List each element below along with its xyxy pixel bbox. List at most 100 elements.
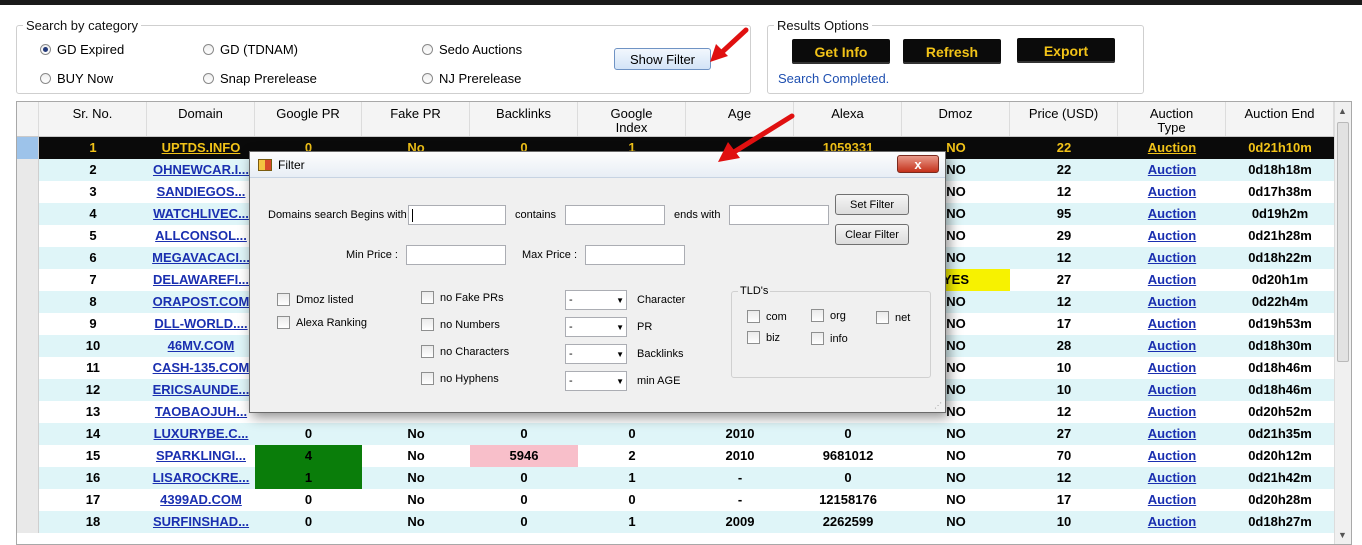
vertical-scrollbar[interactable]: ▲ ▼ <box>1334 102 1351 544</box>
no-fake-prs-checkbox[interactable]: no Fake PRs <box>421 291 504 304</box>
column-header[interactable]: Price (USD) <box>1010 102 1118 136</box>
cell-dom[interactable]: DLL-WORLD.... <box>147 313 255 335</box>
no-hyphens-checkbox[interactable]: no Hyphens <box>421 372 499 385</box>
row-selector[interactable] <box>17 357 39 379</box>
character-combo[interactable]: - ▼ <box>565 290 627 310</box>
cell-auc[interactable]: Auction <box>1118 467 1226 489</box>
table-row[interactable]: 16 LISAROCKRE... 1 No 0 1-0 NO 12 Auction 0d21h42… <box>17 467 1334 489</box>
row-selector[interactable] <box>17 467 39 489</box>
get-info-button[interactable]: Get Info <box>792 39 890 64</box>
cell-auc[interactable]: Auction <box>1118 423 1226 445</box>
row-selector[interactable] <box>17 159 39 181</box>
cell-auc[interactable]: Auction <box>1118 203 1226 225</box>
contains-input[interactable] <box>565 205 665 225</box>
no-numbers-checkbox[interactable]: no Numbers <box>421 318 500 331</box>
cell-dom[interactable]: SPARKLINGI... <box>147 445 255 467</box>
column-header[interactable]: Auction Type <box>1118 102 1226 136</box>
radio-buy-now[interactable]: BUY Now <box>40 71 113 86</box>
cell-dom[interactable]: ORAPOST.COM <box>147 291 255 313</box>
cell-dom[interactable]: ALLCONSOL... <box>147 225 255 247</box>
cell-dom[interactable]: TAOBAOJUH... <box>147 401 255 423</box>
cell-dom[interactable]: DELAWAREFI... <box>147 269 255 291</box>
row-selector[interactable] <box>17 181 39 203</box>
cell-auc[interactable]: Auction <box>1118 269 1226 291</box>
dmoz-listed-checkbox[interactable]: Dmoz listed <box>277 293 353 306</box>
cell-dom[interactable]: MEGAVACACI... <box>147 247 255 269</box>
cell-dom[interactable]: CASH-135.COM <box>147 357 255 379</box>
cell-auc[interactable]: Auction <box>1118 159 1226 181</box>
row-selector[interactable] <box>17 247 39 269</box>
show-filter-button[interactable]: Show Filter <box>614 48 711 70</box>
row-selector[interactable] <box>17 137 39 159</box>
row-selector[interactable] <box>17 269 39 291</box>
close-button[interactable]: x <box>897 155 939 173</box>
cell-auc[interactable]: Auction <box>1118 225 1226 247</box>
ends-with-input[interactable] <box>729 205 829 225</box>
cell-dom[interactable]: 4399AD.COM <box>147 489 255 511</box>
table-row[interactable]: 14 LUXURYBE.C... 0 No 0 0 2010 0 NO 27 Auction 0d21… <box>17 423 1334 445</box>
column-header[interactable]: Google PR <box>255 102 362 136</box>
cell-auc[interactable]: Auction <box>1118 489 1226 511</box>
row-selector[interactable] <box>17 225 39 247</box>
row-selector[interactable] <box>17 291 39 313</box>
max-price-input[interactable] <box>585 245 685 265</box>
cell-auc[interactable]: Auction <box>1118 313 1226 335</box>
tld-net-checkbox[interactable]: net <box>876 311 910 324</box>
table-row[interactable]: 18 SURFINSHAD... 0 No 0 1 2009 2262599 NO 10 Aucti… <box>17 511 1334 533</box>
row-selector[interactable] <box>17 401 39 423</box>
cell-auc[interactable]: Auction <box>1118 379 1226 401</box>
row-selector[interactable] <box>17 511 39 533</box>
column-header[interactable]: Dmoz <box>902 102 1010 136</box>
table-row[interactable]: 17 4399AD.COM 0 No 0 0 - 12158176 NO 17 Auction 0d2… <box>17 489 1334 511</box>
begins-with-input[interactable] <box>408 205 506 225</box>
cell-dom[interactable]: 46MV.COM <box>147 335 255 357</box>
cell-auc[interactable]: Auction <box>1118 445 1226 467</box>
row-selector[interactable] <box>17 489 39 511</box>
cell-auc[interactable]: Auction <box>1118 247 1226 269</box>
column-header[interactable]: Google Index <box>578 102 686 136</box>
filter-dialog-titlebar[interactable]: Filter x <box>250 152 945 178</box>
scroll-down-icon[interactable]: ▼ <box>1338 530 1347 540</box>
column-header[interactable]: Alexa <box>794 102 902 136</box>
cell-auc[interactable]: Auction <box>1118 357 1226 379</box>
column-header[interactable]: Auction End <box>1226 102 1334 136</box>
set-filter-button[interactable]: Set Filter <box>835 194 909 215</box>
cell-dom[interactable]: SANDIEGOS... <box>147 181 255 203</box>
min-price-input[interactable] <box>406 245 506 265</box>
refresh-button[interactable]: Refresh <box>903 39 1001 64</box>
row-selector[interactable] <box>17 445 39 467</box>
cell-auc[interactable]: Auction <box>1118 335 1226 357</box>
tld-com-checkbox[interactable]: com <box>747 310 787 323</box>
radio-gd-expired[interactable]: GD Expired <box>40 42 124 57</box>
column-header[interactable]: Fake PR <box>362 102 470 136</box>
cell-dom[interactable]: LISAROCKRE... <box>147 467 255 489</box>
cell-auc[interactable]: Auction <box>1118 181 1226 203</box>
no-characters-checkbox[interactable]: no Characters <box>421 345 509 358</box>
scroll-thumb[interactable] <box>1337 122 1349 362</box>
cell-dom[interactable]: WATCHLIVEC... <box>147 203 255 225</box>
cell-dom[interactable]: UPTDS.INFO <box>147 137 255 159</box>
min-age-combo[interactable]: - ▼ <box>565 371 627 391</box>
scroll-up-icon[interactable]: ▲ <box>1338 106 1347 116</box>
clear-filter-button[interactable]: Clear Filter <box>835 224 909 245</box>
alexa-ranking-checkbox[interactable]: Alexa Ranking <box>277 316 367 329</box>
cell-auc[interactable]: Auction <box>1118 137 1226 159</box>
row-selector[interactable] <box>17 423 39 445</box>
resize-grip-icon[interactable]: ⋰ <box>934 401 942 410</box>
row-selector[interactable] <box>17 313 39 335</box>
cell-dom[interactable]: OHNEWCAR.I... <box>147 159 255 181</box>
radio-snap-prerelease[interactable]: Snap Prerelease <box>203 71 317 86</box>
pr-combo[interactable]: - ▼ <box>565 317 627 337</box>
radio-nj-prerelease[interactable]: NJ Prerelease <box>422 71 521 86</box>
cell-dom[interactable]: LUXURYBE.C... <box>147 423 255 445</box>
table-row[interactable]: 15 SPARKLINGI... 4 No 5946 2 2010 9681012 NO 70 Au… <box>17 445 1334 467</box>
cell-auc[interactable]: Auction <box>1118 291 1226 313</box>
radio-sedo-auctions[interactable]: Sedo Auctions <box>422 42 522 57</box>
tld-org-checkbox[interactable]: org <box>811 309 846 322</box>
radio-gd-tdnam[interactable]: GD (TDNAM) <box>203 42 298 57</box>
export-button[interactable]: Export <box>1017 38 1115 63</box>
column-header[interactable]: Sr. No. <box>39 102 147 136</box>
row-selector[interactable] <box>17 335 39 357</box>
row-selector[interactable] <box>17 379 39 401</box>
cell-dom[interactable]: ERICSAUNDE... <box>147 379 255 401</box>
